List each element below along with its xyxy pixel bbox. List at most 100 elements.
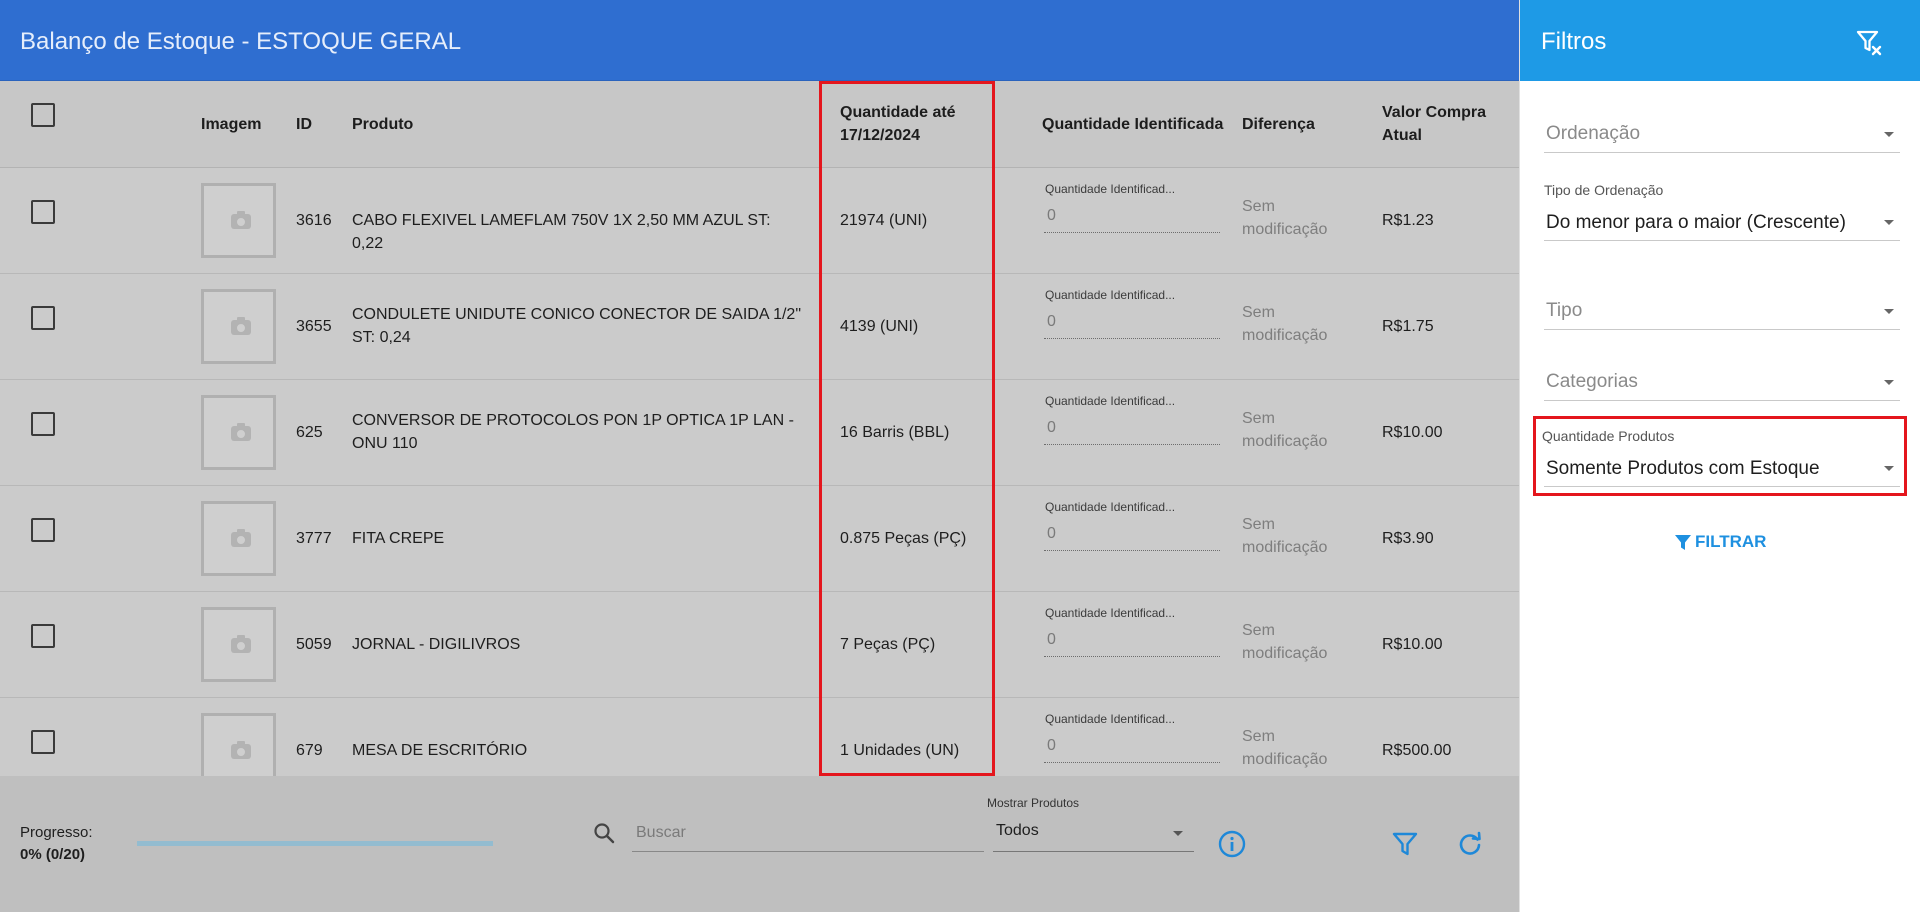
product-image-placeholder [201, 395, 276, 470]
quantidade-identificada-value: 0 [1047, 631, 1056, 648]
column-header-quantidade-identificada: Quantidade Identificada [1042, 116, 1224, 133]
column-header-quantidade-ate-line2: 17/12/2024 [840, 127, 921, 144]
quantidade-identificada-value: 0 [1047, 419, 1056, 436]
camera-icon [231, 741, 251, 759]
row-valor: R$10.00 [1382, 636, 1443, 653]
show-products-value: Todos [996, 822, 1039, 839]
info-icon[interactable] [1217, 829, 1247, 859]
row-diferenca-line1: Sem [1242, 516, 1275, 533]
tipo-ordenacao-value: Do menor para o maior (Crescente) [1546, 212, 1846, 233]
progress-label: Progresso: [20, 824, 93, 841]
search-icon[interactable] [592, 821, 616, 845]
quantidade-produtos-select[interactable]: Quantidade Produtos Somente Produtos com… [1542, 428, 1900, 488]
filter-icon[interactable] [1390, 829, 1420, 859]
row-quantidade: 21974 (UNI) [840, 212, 928, 229]
ordenacao-select[interactable]: Ordenação [1544, 118, 1900, 154]
row-checkbox[interactable] [31, 200, 55, 224]
column-header-diferenca: Diferença [1242, 116, 1315, 133]
quantidade-produtos-value: Somente Produtos com Estoque [1546, 458, 1820, 479]
app-window: Balanço de Estoque - ESTOQUE GERAL Image… [0, 0, 1920, 912]
row-checkbox[interactable] [31, 412, 55, 436]
quantidade-identificada-value: 0 [1047, 207, 1056, 224]
tipo-ordenacao-select[interactable]: Tipo de Ordenação Do menor para o maior … [1544, 182, 1900, 242]
row-quantidade: 16 Barris (BBL) [840, 424, 950, 441]
column-header-valor-compra-line2: Atual [1382, 127, 1422, 144]
show-products-label: Mostrar Produtos [987, 796, 1080, 810]
row-diferenca: Sem modificação [1242, 195, 1352, 241]
quantidade-identificada-input[interactable]: Quantidade Identificad... 0 [1044, 180, 1220, 240]
categorias-select[interactable]: Categorias [1544, 366, 1900, 402]
camera-icon [231, 529, 251, 547]
row-id: 3777 [296, 530, 332, 547]
search-input[interactable] [632, 814, 984, 852]
quantidade-identificada-input[interactable]: Quantidade Identificad... 0 [1044, 392, 1220, 452]
filtrar-label: FILTRAR [1695, 532, 1767, 551]
row-checkbox[interactable] [31, 518, 55, 542]
quantidade-identificada-input[interactable]: Quantidade Identificad... 0 [1044, 710, 1220, 770]
row-valor: R$1.75 [1382, 318, 1434, 335]
row-checkbox[interactable] [31, 730, 55, 754]
chevron-down-icon [1884, 309, 1894, 314]
select-underline [1544, 240, 1900, 241]
tipo-placeholder: Tipo [1546, 300, 1583, 321]
select-underline [1544, 486, 1900, 487]
column-header-quantidade-ate: Quantidade até 17/12/2024 [840, 101, 956, 147]
select-underline [1544, 152, 1900, 153]
table-row[interactable]: 3616 CABO FLEXIVEL LAMEFLAM 750V 1X 2,50… [0, 168, 1519, 274]
row-id: 625 [296, 424, 323, 441]
product-image-placeholder [201, 607, 276, 682]
table-row[interactable]: 3655 CONDULETE UNIDUTE CONICO CONECTOR D… [0, 274, 1519, 380]
column-header-valor-compra-line1: Valor Compra [1382, 104, 1487, 121]
column-header-produto: Produto [352, 116, 414, 133]
product-image-placeholder [201, 183, 276, 258]
table-row[interactable]: 5059 JORNAL - DIGILIVROS 7 Peças (PÇ) Qu… [0, 592, 1519, 698]
chevron-down-icon [1884, 220, 1894, 225]
row-id: 5059 [296, 636, 332, 653]
select-all-checkbox[interactable] [31, 103, 55, 127]
row-quantidade: 1 Unidades (UN) [840, 742, 960, 759]
filters-panel: Filtros Ordenação Tipo de Ordenação Do m… [1519, 0, 1920, 912]
quantidade-identificada-label: Quantidade Identificad... [1045, 394, 1176, 408]
camera-icon [231, 423, 251, 441]
chevron-down-icon [1884, 466, 1894, 471]
row-produto: JORNAL - DIGILIVROS [352, 636, 521, 653]
categorias-placeholder: Categorias [1546, 371, 1638, 392]
filtrar-button[interactable]: FILTRAR [1673, 528, 1766, 556]
tipo-select[interactable]: Tipo [1544, 295, 1900, 331]
table-row[interactable]: 679 MESA DE ESCRITÓRIO 1 Unidades (UN) Q… [0, 698, 1519, 776]
select-underline [1544, 400, 1900, 401]
camera-icon [231, 211, 251, 229]
quantidade-identificada-input[interactable]: Quantidade Identificad... 0 [1044, 604, 1220, 664]
chevron-down-icon [1884, 380, 1894, 385]
quantidade-identificada-value: 0 [1047, 737, 1056, 754]
row-checkbox[interactable] [31, 624, 55, 648]
select-underline [1544, 329, 1900, 330]
row-valor: R$10.00 [1382, 424, 1443, 441]
quantidade-identificada-input[interactable]: Quantidade Identificad... 0 [1044, 498, 1220, 558]
row-diferenca: Sem modificação [1242, 301, 1352, 347]
chevron-down-icon [1173, 831, 1183, 836]
row-diferenca-line1: Sem [1242, 304, 1275, 321]
row-diferenca: Sem modificação [1242, 407, 1352, 453]
refresh-icon[interactable] [1455, 829, 1485, 859]
quantidade-identificada-label: Quantidade Identificad... [1045, 500, 1176, 514]
footer-toolbar: Progresso: 0% (0/20) Mostrar Produtos To… [0, 776, 1519, 912]
row-quantidade: 7 Peças (PÇ) [840, 636, 936, 653]
quantidade-identificada-input[interactable]: Quantidade Identificad... 0 [1044, 286, 1220, 346]
clear-filter-icon[interactable] [1855, 28, 1885, 58]
row-checkbox[interactable] [31, 306, 55, 330]
row-diferenca-line1: Sem [1242, 622, 1275, 639]
column-header-imagem: Imagem [201, 116, 262, 133]
quantidade-produtos-label: Quantidade Produtos [1542, 428, 1675, 444]
row-diferenca-line1: Sem [1242, 410, 1275, 427]
filters-title: Filtros [1541, 28, 1607, 55]
show-products-select[interactable]: Todos [993, 814, 1194, 852]
table-row[interactable]: 625 CONVERSOR DE PROTOCOLOS PON 1P OPTIC… [0, 380, 1519, 486]
table-row[interactable]: 3777 FITA CREPE 0.875 Peças (PÇ) Quantid… [0, 486, 1519, 592]
quantidade-identificada-label: Quantidade Identificad... [1045, 182, 1176, 196]
tipo-ordenacao-label: Tipo de Ordenação [1544, 182, 1664, 198]
main-panel: Balanço de Estoque - ESTOQUE GERAL Image… [0, 0, 1519, 912]
quantidade-identificada-label: Quantidade Identificad... [1045, 712, 1176, 726]
row-id: 3655 [296, 318, 332, 335]
row-diferenca-line2: modificação [1242, 539, 1328, 556]
